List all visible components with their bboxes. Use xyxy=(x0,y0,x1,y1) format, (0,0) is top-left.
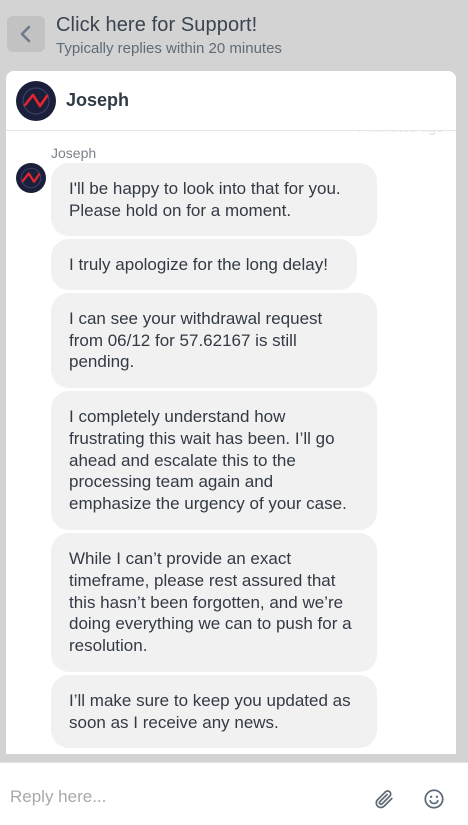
message-text: I’ll make sure to keep you updated as so… xyxy=(69,690,351,732)
paperclip-icon xyxy=(375,790,393,809)
message-text: While I can’t provide an exact timeframe… xyxy=(69,549,352,656)
reply-input[interactable] xyxy=(10,785,350,809)
agent-header: Joseph xyxy=(6,71,456,131)
attach-button[interactable] xyxy=(372,787,396,811)
message-text: I can see your withdrawal request from 0… xyxy=(69,308,323,372)
message-bubble: I can see your withdrawal request from 0… xyxy=(51,293,377,388)
message-text: I completely understand how frustrating … xyxy=(69,407,347,514)
message-avatar xyxy=(16,163,46,193)
brand-logo-icon xyxy=(22,87,50,115)
agent-name: Joseph xyxy=(66,90,130,110)
agent-avatar xyxy=(16,81,56,121)
support-title[interactable]: Click here for Support! xyxy=(56,14,257,37)
message-bubble: I completely understand how frustrating … xyxy=(51,391,377,530)
message-bubble: I truly apologize for the long delay! xyxy=(51,239,357,290)
chat-panel: Joseph 7 minutes ago Joseph I'll be happ… xyxy=(6,71,456,754)
brand-logo-icon xyxy=(20,167,42,189)
message-text: I truly apologize for the long delay! xyxy=(69,254,328,274)
message-bubble: I’ll make sure to keep you updated as so… xyxy=(51,675,377,748)
sender-name: Joseph xyxy=(51,145,97,161)
smiley-icon xyxy=(424,789,444,809)
reply-time-subtitle: Typically replies within 20 minutes xyxy=(56,40,282,57)
emoji-button[interactable] xyxy=(422,787,446,811)
message-composer xyxy=(0,762,468,825)
support-header[interactable]: Click here for Support! Typically replie… xyxy=(0,0,468,72)
message-bubble: I'll be happy to look into that for you.… xyxy=(51,163,377,236)
back-button[interactable] xyxy=(7,16,45,52)
message-text: I'll be happy to look into that for you.… xyxy=(69,178,341,220)
message-bubble: While I can’t provide an exact timeframe… xyxy=(51,533,377,672)
chevron-left-icon xyxy=(20,25,31,43)
